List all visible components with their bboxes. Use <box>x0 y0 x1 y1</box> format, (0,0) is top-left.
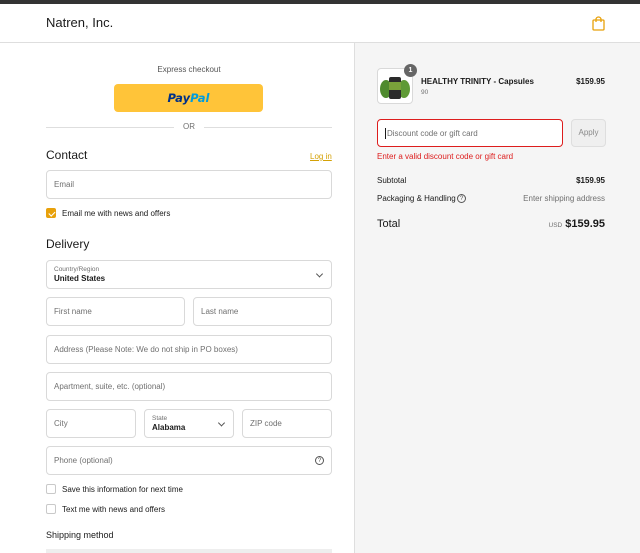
checkout-form: Express checkout PayPal OR Contact Log i… <box>0 43 354 553</box>
subtotal-value: $159.95 <box>576 176 605 185</box>
shipping-method-title: Shipping method <box>46 530 114 540</box>
country-select[interactable]: Country/Region United States <box>46 260 332 289</box>
zip-input[interactable]: ZIP code <box>242 409 332 438</box>
quantity-badge: 1 <box>404 64 417 77</box>
newsletter-label: Email me with news and offers <box>62 209 171 218</box>
brand-name[interactable]: Natren, Inc. <box>46 15 113 30</box>
or-label: OR <box>174 122 204 131</box>
total-value: USD $159.95 <box>548 218 606 230</box>
shopping-bag-icon[interactable] <box>592 16 605 31</box>
shipping-method-placeholder <box>46 549 332 553</box>
header: Natren, Inc. <box>0 4 640 43</box>
order-summary: 1 HEALTHY TRINITY - Capsules 90 $159.95 … <box>354 43 640 553</box>
last-name-input[interactable]: Last name <box>193 297 332 326</box>
apply-button[interactable]: Apply <box>571 119 606 147</box>
chevron-down-icon <box>315 269 324 278</box>
product-price: $159.95 <box>576 77 605 86</box>
first-name-input[interactable]: First name <box>46 297 185 326</box>
product-name: HEALTHY TRINITY - Capsules <box>421 77 534 86</box>
chevron-down-icon <box>217 418 226 427</box>
contact-title: Contact <box>46 148 88 162</box>
help-icon[interactable]: ? <box>315 456 324 465</box>
total-label: Total <box>377 218 401 230</box>
help-icon[interactable]: ? <box>457 194 466 203</box>
login-link[interactable]: Log in <box>310 152 332 161</box>
packaging-label: Packaging & Handling <box>377 194 456 203</box>
currency-code: USD <box>548 222 563 229</box>
address-input[interactable]: Address (Please Note: We do not ship in … <box>46 335 332 364</box>
text-me-checkbox[interactable] <box>46 504 56 514</box>
discount-error: Enter a valid discount code or gift card <box>377 152 514 161</box>
express-checkout-label: Express checkout <box>157 65 221 74</box>
text-me-label: Text me with news and offers <box>62 505 166 514</box>
packaging-value: Enter shipping address <box>523 194 605 203</box>
save-info-label: Save this information for next time <box>62 485 183 494</box>
apartment-input[interactable]: Apartment, suite, etc. (optional) <box>46 372 332 401</box>
delivery-title: Delivery <box>46 237 90 251</box>
product-variant: 90 <box>421 89 429 96</box>
text-caret <box>385 127 386 139</box>
discount-input[interactable]: Discount code or gift card <box>377 119 563 147</box>
email-input[interactable]: Email <box>46 170 332 199</box>
newsletter-checkbox[interactable] <box>46 208 56 218</box>
subtotal-label: Subtotal <box>377 176 407 185</box>
save-info-checkbox[interactable] <box>46 484 56 494</box>
phone-input[interactable]: Phone (optional) ? <box>46 446 332 475</box>
city-input[interactable]: City <box>46 409 136 438</box>
state-select[interactable]: State Alabama <box>144 409 234 438</box>
paypal-button[interactable]: PayPal <box>114 84 263 112</box>
